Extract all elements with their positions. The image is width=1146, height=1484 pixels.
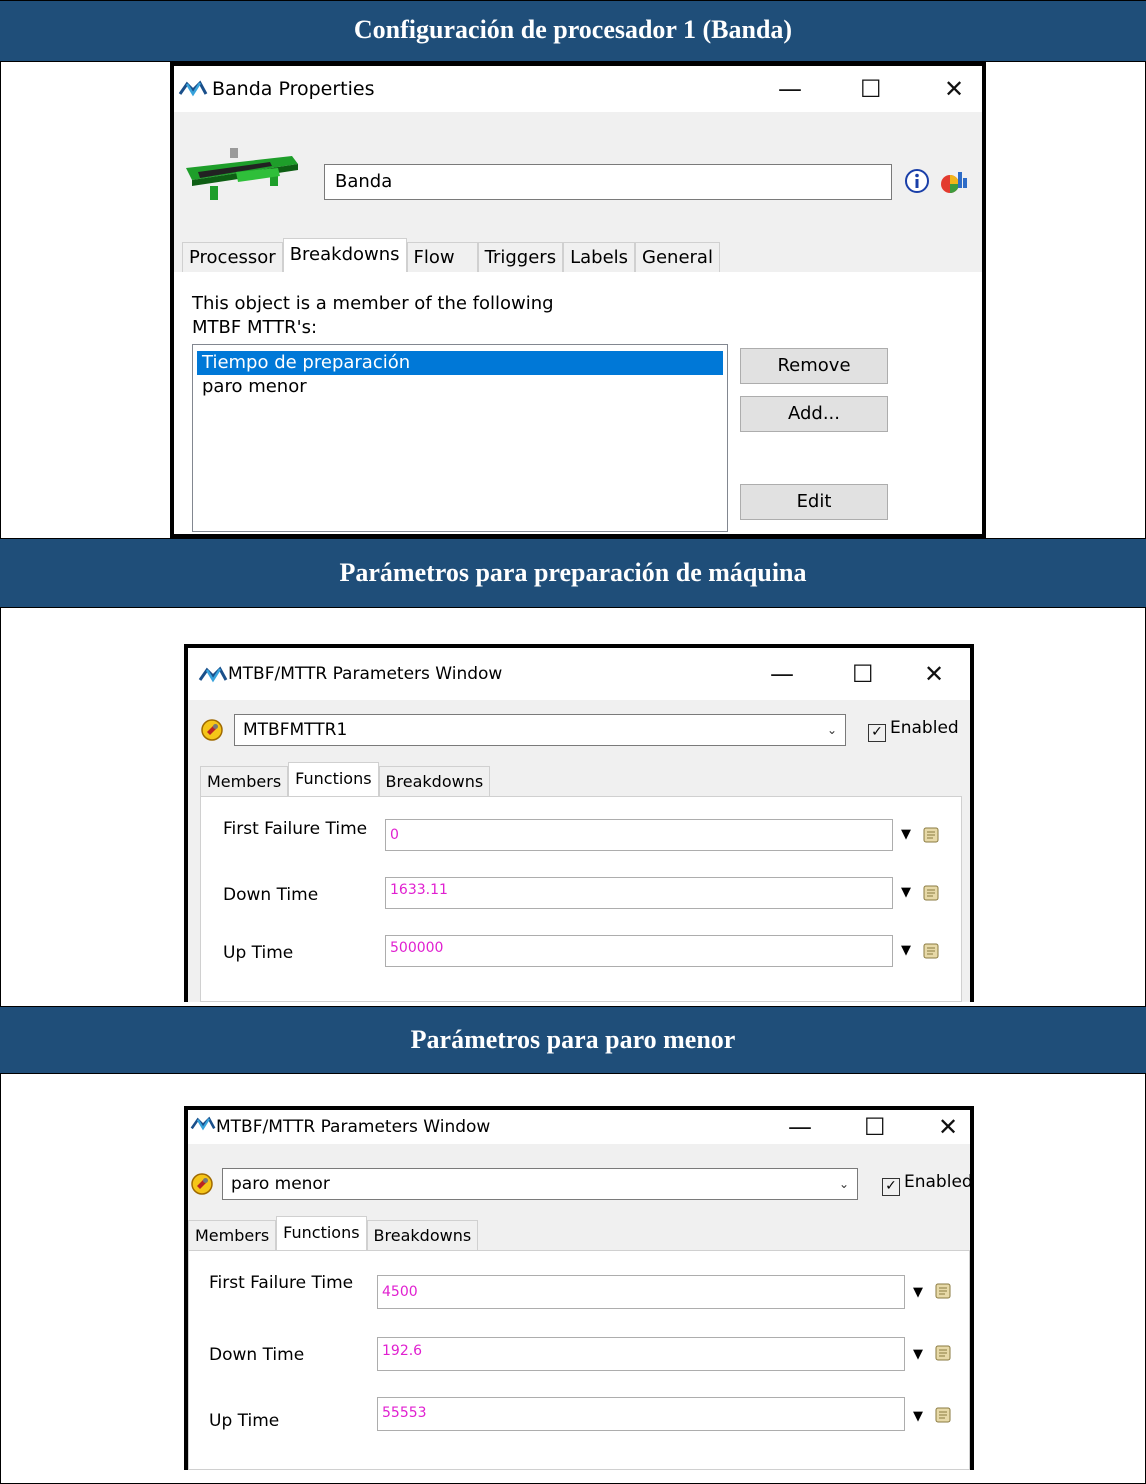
section-header-processor-config: Configuración de procesador 1 (Banda): [0, 0, 1146, 62]
mtbf-selector-dropdown[interactable]: paro menor ⌄: [222, 1168, 858, 1200]
list-item[interactable]: paro menor: [197, 375, 723, 399]
dropdown-arrow-icon[interactable]: ▼: [913, 1347, 923, 1362]
tab-members[interactable]: Members: [188, 1220, 277, 1250]
first-failure-time-input[interactable]: 0: [385, 819, 893, 851]
up-time-input[interactable]: 55553: [377, 1397, 905, 1431]
enabled-checkbox[interactable]: ✓ Enabled: [882, 1172, 973, 1196]
functions-panel: First Failure Time 0 ▼ Down Time 1633.11…: [200, 796, 962, 1002]
minimize-button[interactable]: —: [770, 660, 794, 688]
remove-button[interactable]: Remove: [740, 348, 888, 384]
mtbf-titlebar: MTBF/MTTR Parameters Window — ☐ ✕: [188, 1110, 970, 1144]
app-logo-icon: [190, 1116, 216, 1131]
tab-breakdowns[interactable]: Breakdowns: [282, 238, 407, 272]
properties-window: Banda Properties — ☐ ✕ Banda Processor B…: [170, 62, 986, 538]
breakdown-wrench-icon: [191, 1173, 213, 1195]
list-item-selected[interactable]: Tiempo de preparación: [197, 351, 723, 375]
checkbox-check-icon: ✓: [882, 1178, 900, 1196]
up-time-input[interactable]: 500000: [385, 935, 893, 967]
info-icon[interactable]: [904, 168, 930, 194]
down-time-label: Down Time: [223, 885, 319, 905]
statistics-chart-icon[interactable]: [938, 166, 968, 196]
first-failure-time-label: First Failure Time: [209, 1273, 354, 1293]
chevron-down-icon: ⌄: [826, 723, 837, 737]
enabled-label: Enabled: [890, 718, 959, 738]
membership-description: This object is a member of the following…: [192, 292, 554, 340]
window-title: Banda Properties: [212, 78, 375, 100]
functions-panel: First Failure Time 4500 ▼ Down Time 192.…: [188, 1250, 970, 1470]
window-title: MTBF/MTTR Parameters Window: [216, 1117, 491, 1137]
tab-flow[interactable]: Flow: [406, 242, 478, 272]
script-edit-icon[interactable]: [933, 1343, 953, 1363]
first-failure-time-label: First Failure Time: [223, 819, 368, 839]
mtbf-tab-strip: Members Functions Breakdowns: [188, 1216, 479, 1250]
mtbf-selector-value: paro menor: [231, 1174, 330, 1194]
close-button[interactable]: ✕: [938, 1113, 958, 1141]
section-header-minor-stop: Parámetros para paro menor: [0, 1006, 1146, 1074]
properties-tab-strip: Processor Breakdowns Flow Triggers Label…: [182, 238, 720, 272]
script-edit-icon[interactable]: [933, 1281, 953, 1301]
tab-functions[interactable]: Functions: [288, 762, 379, 796]
edit-button[interactable]: Edit: [740, 484, 888, 520]
mtbf-window-minor-stop: MTBF/MTTR Parameters Window — ☐ ✕ paro m…: [184, 1106, 974, 1470]
dropdown-arrow-icon[interactable]: ▼: [913, 1409, 923, 1424]
maximize-button[interactable]: ☐: [852, 660, 874, 688]
membership-text-line-1: This object is a member of the following: [192, 293, 554, 314]
script-edit-icon[interactable]: [921, 825, 941, 845]
tab-general[interactable]: General: [635, 242, 720, 272]
down-time-input[interactable]: 192.6: [377, 1337, 905, 1371]
mtbf-selector-dropdown[interactable]: MTBFMTTR1 ⌄: [234, 714, 846, 746]
minimize-button[interactable]: —: [788, 1113, 812, 1141]
properties-header-area: Banda Processor Breakdowns Flow Triggers…: [174, 112, 982, 272]
conveyor-model-icon: [186, 148, 298, 200]
tab-members[interactable]: Members: [200, 766, 289, 796]
membership-text-line-2: MTBF MTTR's:: [192, 317, 318, 338]
dropdown-arrow-icon[interactable]: ▼: [901, 885, 911, 900]
maximize-button[interactable]: ☐: [860, 75, 882, 103]
down-time-label: Down Time: [209, 1345, 305, 1365]
app-logo-icon: [178, 80, 208, 97]
app-logo-icon: [198, 666, 228, 683]
mtbf-mttr-list[interactable]: Tiempo de preparación paro menor: [192, 344, 728, 532]
tab-processor[interactable]: Processor: [182, 242, 283, 272]
object-name-field[interactable]: Banda: [324, 164, 892, 200]
mtbf-window-setup: MTBF/MTTR Parameters Window — ☐ ✕ MTBFMT…: [184, 644, 974, 1002]
breakdown-wrench-icon: [201, 719, 223, 741]
tab-breakdowns[interactable]: Breakdowns: [366, 1220, 479, 1250]
section-title: Parámetros para preparación de máquina: [339, 558, 807, 587]
section-header-machine-setup: Parámetros para preparación de máquina: [0, 538, 1146, 608]
close-button[interactable]: ✕: [944, 75, 964, 103]
mtbf-titlebar: MTBF/MTTR Parameters Window — ☐ ✕: [188, 648, 970, 700]
close-button[interactable]: ✕: [924, 660, 944, 688]
enabled-label: Enabled: [904, 1172, 973, 1192]
mtbf-tab-strip: Members Functions Breakdowns: [200, 762, 491, 796]
dropdown-arrow-icon[interactable]: ▼: [901, 943, 911, 958]
tab-triggers[interactable]: Triggers: [477, 242, 564, 272]
dropdown-arrow-icon[interactable]: ▼: [901, 827, 911, 842]
tab-labels[interactable]: Labels: [563, 242, 636, 272]
tab-breakdowns[interactable]: Breakdowns: [378, 766, 491, 796]
script-edit-icon[interactable]: [921, 941, 941, 961]
enabled-checkbox[interactable]: ✓ Enabled: [868, 718, 959, 742]
tab-functions[interactable]: Functions: [276, 1216, 367, 1250]
dropdown-arrow-icon[interactable]: ▼: [913, 1285, 923, 1300]
checkbox-check-icon: ✓: [868, 724, 886, 742]
add-button[interactable]: Add...: [740, 396, 888, 432]
window-title: MTBF/MTTR Parameters Window: [228, 664, 503, 684]
mtbf-body: MTBFMTTR1 ⌄ ✓ Enabled Members Functions B…: [188, 700, 970, 1002]
script-edit-icon[interactable]: [921, 883, 941, 903]
up-time-label: Up Time: [209, 1411, 280, 1431]
properties-titlebar: Banda Properties — ☐ ✕: [174, 66, 982, 112]
first-failure-time-input[interactable]: 4500: [377, 1275, 905, 1309]
maximize-button[interactable]: ☐: [864, 1113, 886, 1141]
up-time-label: Up Time: [223, 943, 294, 963]
mtbf-body: paro menor ⌄ ✓ Enabled Members Functions …: [188, 1144, 973, 1470]
mtbf-selector-value: MTBFMTTR1: [243, 720, 348, 740]
minimize-button[interactable]: —: [778, 75, 802, 103]
down-time-input[interactable]: 1633.11: [385, 877, 893, 909]
section-title: Configuración de procesador 1 (Banda): [353, 15, 793, 44]
section-title: Parámetros para paro menor: [410, 1025, 736, 1054]
script-edit-icon[interactable]: [933, 1405, 953, 1425]
chevron-down-icon: ⌄: [838, 1177, 849, 1191]
